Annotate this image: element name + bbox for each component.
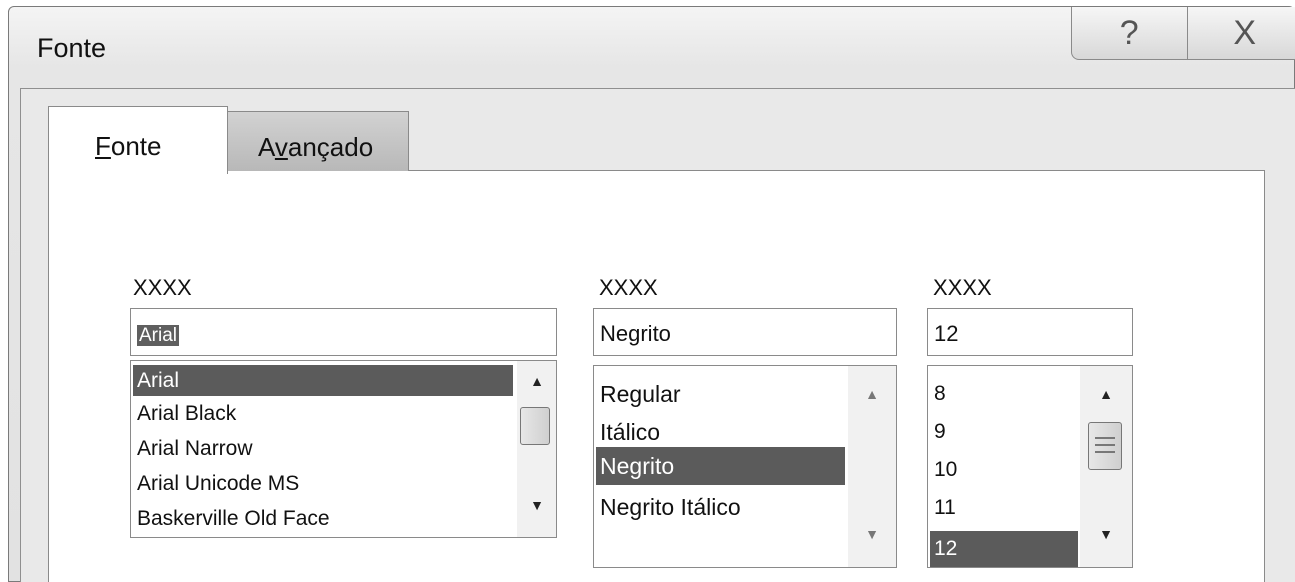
list-item[interactable]: Negrito	[596, 447, 845, 485]
list-item[interactable]: Negrito Itálico	[596, 489, 741, 525]
tab-avancado-label: ançado	[287, 132, 374, 162]
list-item[interactable]: 9	[930, 416, 946, 448]
list-item[interactable]: 11	[930, 492, 956, 524]
font-size-list[interactable]: 8 9 10 11 12 ▲ ▼	[927, 365, 1133, 568]
tab-fonte-label: onte	[110, 131, 162, 161]
tab-avancado[interactable]: Avançado	[227, 111, 409, 171]
dialog-title: Fonte	[37, 33, 107, 63]
list-item[interactable]: Arial Narrow	[133, 433, 253, 465]
caption-buttons: ? X	[1071, 7, 1295, 60]
help-button[interactable]: ?	[1072, 7, 1187, 59]
list-item[interactable]: 10	[930, 454, 957, 486]
tab-fonte-mnemonic: F	[95, 131, 111, 161]
font-family-label: XXXX	[133, 275, 192, 300]
list-item[interactable]: Arial	[133, 365, 513, 396]
scroll-thumb[interactable]	[520, 407, 550, 445]
close-icon: X	[1233, 13, 1257, 52]
scroll-down-icon[interactable]: ▼	[848, 526, 896, 542]
list-item[interactable]: Regular	[596, 376, 681, 412]
scroll-up-icon[interactable]: ▲	[1080, 386, 1132, 402]
scroll-up-icon[interactable]: ▲	[517, 373, 556, 389]
tab-avancado-prefix: A	[258, 132, 275, 162]
font-family-input[interactable]: Arial	[130, 308, 557, 356]
list-item[interactable]: Arial Black	[133, 398, 236, 430]
list-item[interactable]: Itálico	[596, 414, 660, 450]
tab-fonte[interactable]: Fonte	[48, 106, 228, 174]
font-size-input[interactable]: 12	[927, 308, 1133, 356]
help-icon: ?	[1119, 13, 1139, 52]
font-size-input-value: 12	[934, 321, 959, 346]
list-item[interactable]: Arial Unicode MS	[133, 468, 299, 500]
font-style-input[interactable]: Negrito	[593, 308, 897, 356]
font-family-scrollbar[interactable]: ▲ ▼	[517, 361, 556, 537]
list-item[interactable]: Baskerville Old Face	[133, 503, 330, 535]
scroll-down-icon[interactable]: ▼	[1080, 526, 1132, 542]
scroll-thumb[interactable]	[1088, 422, 1122, 470]
font-style-label: XXXX	[599, 275, 658, 300]
tab-avancado-mnemonic: v	[274, 132, 288, 162]
list-item[interactable]: 12	[930, 531, 1078, 567]
font-style-input-value: Negrito	[600, 321, 671, 346]
scroll-up-icon[interactable]: ▲	[848, 386, 896, 402]
font-style-scrollbar[interactable]: ▲ ▼	[848, 366, 896, 567]
scroll-down-icon[interactable]: ▼	[517, 497, 556, 513]
list-item[interactable]: 8	[930, 378, 946, 410]
close-button[interactable]: X	[1186, 7, 1295, 59]
font-style-list[interactable]: Regular Itálico Negrito Negrito Itálico …	[593, 365, 897, 568]
font-size-scrollbar[interactable]: ▲ ▼	[1080, 366, 1132, 567]
font-size-label: XXXX	[933, 275, 992, 300]
font-family-input-value: Arial	[137, 325, 180, 346]
font-family-list[interactable]: Arial Arial Black Arial Narrow Arial Uni…	[130, 360, 557, 538]
